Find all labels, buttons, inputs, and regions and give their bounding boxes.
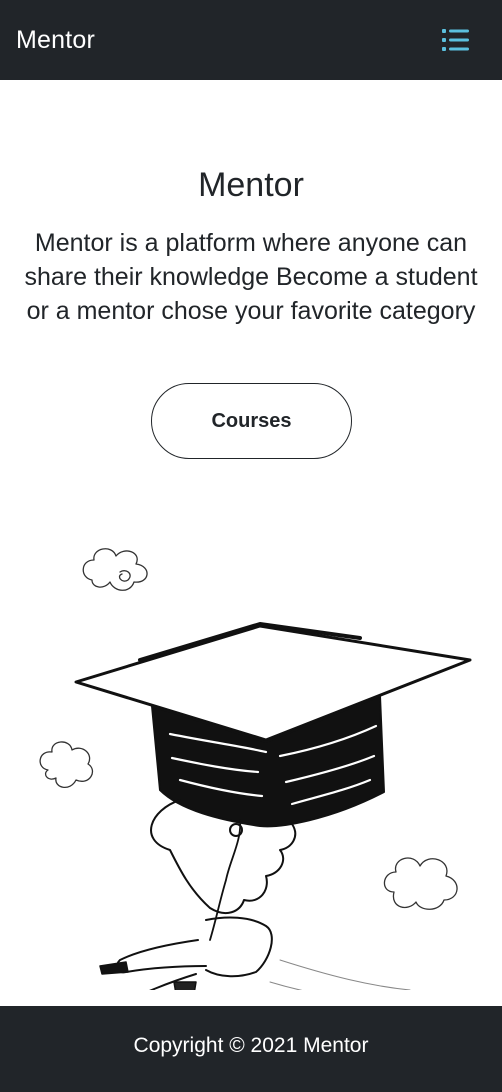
hero-description: Mentor is a platform where anyone can sh… [24,229,478,325]
graduation-cap-illustration [39,548,472,990]
cloud-icon [383,857,458,910]
list-icon [442,29,469,51]
courses-button[interactable]: Courses [151,383,352,459]
page-title: Mentor [198,166,304,204]
navbar: Mentor [0,0,502,80]
brand-link[interactable]: Mentor [16,24,95,56]
footer: Copyright © 2021 Mentor [0,1006,502,1092]
cloud-icon [39,741,93,788]
copyright-text: Copyright © 2021 Mentor [133,1034,369,1057]
menu-toggle-button[interactable] [442,28,470,52]
main-content: Mentor Mentor is a platform where anyone… [0,80,502,1006]
cloud-icon [82,548,148,591]
